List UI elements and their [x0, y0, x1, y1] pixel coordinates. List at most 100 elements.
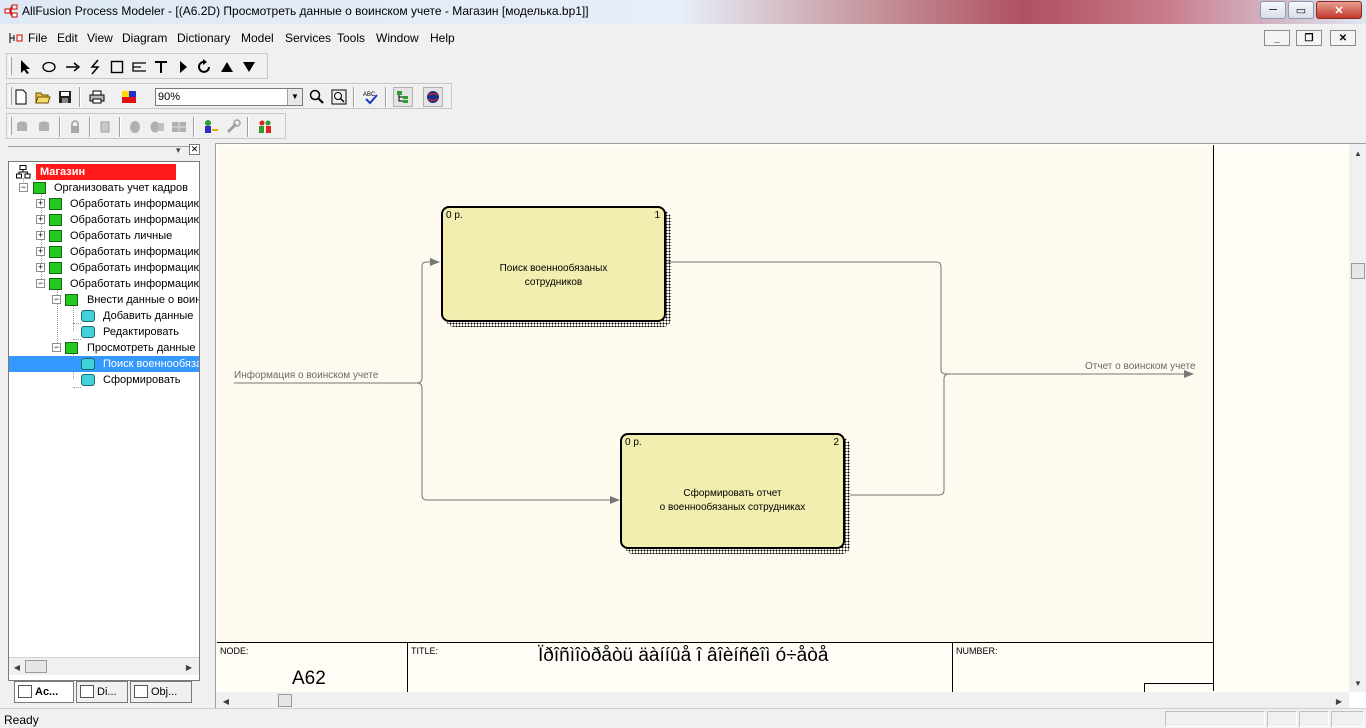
tree-horizontal-scrollbar[interactable]: ◀ ▶ — [9, 657, 199, 675]
output-arrow-2[interactable] — [850, 373, 950, 496]
rotate-icon[interactable] — [195, 57, 215, 77]
mdi-close-button[interactable]: ✕ — [1330, 30, 1356, 46]
tree-item[interactable]: + Обработать информацию — [9, 212, 199, 228]
mdi-restore-button[interactable]: ❐ — [1296, 30, 1322, 46]
tree-item[interactable]: + Обработать информацию — [9, 244, 199, 260]
diagram-canvas[interactable]: 0 р. 1 Поиск военнообязаных сотрудников … — [217, 145, 1214, 693]
triangle-up-icon[interactable] — [217, 57, 237, 77]
arrow-tool-icon[interactable] — [63, 57, 83, 77]
panel-close-icon[interactable]: ✕ — [189, 144, 200, 155]
tree-item[interactable]: + Обработать информацию — [9, 260, 199, 276]
tab-activities[interactable]: Ac... — [14, 681, 74, 703]
scroll-thumb[interactable] — [1351, 263, 1365, 279]
squiggle-tool-icon[interactable] — [85, 57, 105, 77]
menu-file[interactable]: File — [28, 31, 47, 45]
spell-check-icon[interactable]: ABC — [361, 87, 381, 107]
menu-view[interactable]: View — [87, 31, 113, 45]
tree-item[interactable]: Добавить данные — [9, 308, 199, 324]
text-tool-icon[interactable] — [151, 57, 171, 77]
scroll-right-icon[interactable]: ▶ — [1331, 693, 1347, 709]
menu-services[interactable]: Services — [285, 31, 331, 45]
model-tree[interactable]: Магазин − Организовать учет кадров + Обр… — [8, 161, 200, 681]
off-page-tool-icon[interactable] — [129, 57, 149, 77]
input-arrow-label[interactable]: Информация о воинском учете — [234, 370, 378, 381]
tree-item[interactable]: Редактировать — [9, 324, 199, 340]
input-arrow[interactable] — [234, 258, 440, 384]
mdi-minimize-button[interactable]: _ — [1264, 30, 1290, 46]
triangle-down-icon[interactable] — [239, 57, 259, 77]
toolbar-grip[interactable] — [9, 57, 12, 75]
menu-help[interactable]: Help — [430, 31, 455, 45]
output-arrow-1[interactable] — [667, 261, 1194, 378]
expand-icon[interactable]: + — [36, 215, 45, 224]
mart-open-icon[interactable] — [95, 117, 115, 137]
tree-item[interactable]: − Организовать учет кадров — [9, 180, 199, 196]
expand-icon[interactable]: + — [36, 247, 45, 256]
tree-item[interactable]: − Внести данные о воинском — [9, 292, 199, 308]
tab-diagrams[interactable]: Di... — [76, 681, 128, 703]
open-icon[interactable] — [33, 87, 53, 107]
tab-objects[interactable]: Obj... — [130, 681, 192, 703]
lock-icon[interactable] — [65, 117, 85, 137]
tree-item[interactable]: + Обработать информацию — [9, 196, 199, 212]
activity-box-1[interactable]: 0 р. 1 Поиск военнообязаных сотрудников — [441, 206, 666, 322]
mart-connect-icon[interactable] — [13, 117, 33, 137]
vertical-scrollbar[interactable]: ▲ ▼ — [1349, 144, 1366, 692]
panel-pin-icon[interactable]: ▾ — [176, 145, 181, 156]
expand-icon[interactable]: + — [36, 231, 45, 240]
pointer-tool-icon[interactable] — [15, 57, 35, 77]
tree-root[interactable]: Магазин — [9, 164, 199, 180]
close-button[interactable]: ✕ — [1316, 1, 1362, 19]
activity-box-2[interactable]: 0 р. 2 Сформировать отчет о военнообязан… — [620, 433, 845, 549]
zoom-fit-icon[interactable] — [329, 87, 349, 107]
scroll-thumb[interactable] — [278, 694, 292, 707]
mart-sync-icon[interactable] — [147, 117, 167, 137]
play-icon[interactable] — [173, 57, 193, 77]
mart-disconnect-icon[interactable] — [35, 117, 55, 137]
new-icon[interactable] — [11, 87, 31, 107]
tree-item-selected[interactable]: Поиск военнообязанных — [9, 356, 199, 372]
minimize-button[interactable]: ─ — [1260, 1, 1286, 19]
scroll-left-icon[interactable]: ◀ — [218, 693, 234, 709]
collapse-icon[interactable]: − — [52, 343, 61, 352]
menu-diagram[interactable]: Diagram — [122, 31, 167, 45]
menu-edit[interactable]: Edit — [57, 31, 78, 45]
scroll-right-icon[interactable]: ▶ — [181, 659, 197, 675]
box-tool-icon[interactable] — [107, 57, 127, 77]
menu-model[interactable]: Model — [241, 31, 274, 45]
mart-report-icon[interactable] — [125, 117, 145, 137]
color-icon[interactable] — [119, 87, 139, 107]
scroll-left-icon[interactable]: ◀ — [9, 659, 25, 675]
tree-item[interactable]: Сформировать — [9, 372, 199, 388]
chevron-down-icon[interactable]: ▼ — [287, 89, 302, 105]
mart-tools-icon[interactable] — [223, 117, 243, 137]
mart-grid-icon[interactable] — [169, 117, 189, 137]
zoom-dropdown[interactable]: 90% ▼ — [155, 88, 303, 106]
scroll-up-icon[interactable]: ▲ — [1350, 145, 1366, 161]
expand-icon[interactable]: + — [36, 199, 45, 208]
tree-item[interactable]: − Просмотреть данные — [9, 340, 199, 356]
horizontal-scrollbar[interactable]: ◀ ▶ — [216, 692, 1349, 709]
scroll-down-icon[interactable]: ▼ — [1350, 675, 1366, 691]
menu-tools[interactable]: Tools — [337, 31, 365, 45]
print-icon[interactable] — [87, 87, 107, 107]
model-explorer-icon[interactable] — [393, 87, 413, 107]
maximize-button[interactable]: ▭ — [1288, 1, 1314, 19]
input-branch-arrow[interactable] — [416, 382, 620, 504]
collapse-icon[interactable]: − — [52, 295, 61, 304]
users-icon[interactable] — [255, 117, 275, 137]
zoom-in-icon[interactable] — [307, 87, 327, 107]
save-icon[interactable] — [55, 87, 75, 107]
toolbar-grip[interactable] — [9, 117, 12, 135]
collapse-icon[interactable]: − — [36, 279, 45, 288]
ellipse-tool-icon[interactable] — [39, 57, 59, 77]
menu-dictionary[interactable]: Dictionary — [177, 31, 230, 45]
collapse-icon[interactable]: − — [19, 183, 28, 192]
globe-icon[interactable] — [423, 87, 443, 107]
scroll-thumb[interactable] — [25, 660, 47, 673]
tree-item[interactable]: + Обработать личные — [9, 228, 199, 244]
menu-window[interactable]: Window — [376, 31, 419, 45]
tree-item[interactable]: − Обработать информацию — [9, 276, 199, 292]
user-key-icon[interactable] — [201, 117, 221, 137]
expand-icon[interactable]: + — [36, 263, 45, 272]
